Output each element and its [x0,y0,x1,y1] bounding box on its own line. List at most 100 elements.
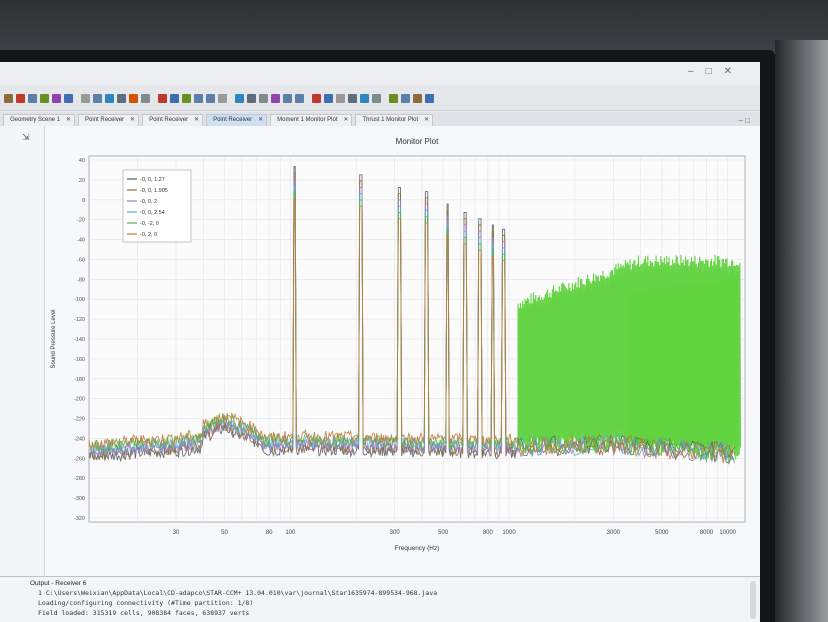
toolbar-tool-icon[interactable] [64,93,73,103]
y-tick-label: -180 [74,377,85,383]
y-tick-label: -280 [74,476,85,482]
toolbar-tool-icon[interactable] [389,93,398,103]
series-area-high-frequency-band [627,279,737,449]
y-tick-label: -320 [74,516,85,522]
toolbar-tool-icon[interactable] [81,93,90,103]
output-line: Loading/configuring connectivity (#Time … [38,599,254,607]
tab-geometry-scene-1[interactable]: Geometry Scene 1 ✕ [3,114,76,126]
x-tick-label: 30 [173,530,180,536]
close-tab-icon[interactable]: ✕ [194,115,199,126]
legend-entry: -0, 2, 0 [140,232,157,238]
output-line: 1 C:\Users\Weixian\AppData\Local\CD-adap… [38,589,438,597]
legend-entry: -0, 0, 1.905 [140,188,168,194]
y-tick-label: -200 [74,397,85,403]
close-button[interactable]: ✕ [724,66,744,77]
y-tick-label: -260 [74,456,85,462]
x-tick-label: 50 [221,530,228,536]
toolbar-tool-icon[interactable] [283,93,292,103]
tab-label: Point Receiver [85,117,125,123]
output-header: Output - Receiver 6 [30,580,87,587]
simulation-tree-panel: ⇲ [0,126,45,576]
toolbar-tool-icon[interactable] [40,93,49,103]
y-tick-label: -100 [74,297,85,303]
output-window: Output - Receiver 6 1 C:\Users\Weixian\A… [0,576,760,622]
toolbar-tool-icon[interactable] [194,93,203,103]
window-controls[interactable]: –□✕ [688,66,744,77]
tab-point-receiver[interactable]: Point Receiver ✕ [206,114,268,126]
room-background-right [775,40,828,622]
toolbar [0,86,760,111]
x-tick-label: 80 [266,530,273,536]
toolbar-tool-icon[interactable] [158,93,167,103]
output-scrollbar[interactable] [750,581,756,619]
toolbar-tool-icon[interactable] [259,93,268,103]
x-tick-label: 10000 [719,530,736,536]
toolbar-tool-icon[interactable] [348,93,357,103]
y-tick-label: 0 [82,198,85,204]
toolbar-tool-icon[interactable] [182,93,191,103]
toolbar-tool-icon[interactable] [372,93,381,103]
toolbar-tool-icon[interactable] [4,93,13,103]
toolbar-tool-icon[interactable] [271,93,280,103]
toolbar-tool-icon[interactable] [170,93,179,103]
tab-point-receiver[interactable]: Point Receiver ✕ [78,114,140,126]
toolbar-tool-icon[interactable] [312,93,321,103]
editor-area-controls[interactable]: – □ [738,115,750,126]
tab-label: Moment 1 Monitor Plot [277,117,338,123]
toolbar-tool-icon[interactable] [336,93,345,103]
toolbar-tool-icon[interactable] [235,93,244,103]
toolbar-tool-icon[interactable] [105,93,114,103]
toolbar-tool-icon[interactable] [16,93,25,103]
toolbar-tool-icon[interactable] [360,93,369,103]
chart-title: Monitor Plot [396,137,439,146]
x-tick-label: 1000 [502,530,516,536]
x-tick-label: 800 [483,530,494,536]
toolbar-tool-icon[interactable] [218,93,227,103]
tab-label: Point Receiver [213,117,253,123]
toolbar-tool-icon[interactable] [401,93,410,103]
toolbar-tool-icon[interactable] [206,93,215,103]
toolbar-tool-icon[interactable] [129,93,138,103]
minimize-button[interactable]: – [688,66,706,77]
y-tick-label: 40 [79,158,85,164]
tab-moment-1-monitor-plot[interactable]: Moment 1 Monitor Plot ✕ [270,114,353,126]
y-tick-label: -20 [77,218,85,224]
tab-point-receiver[interactable]: Point Receiver ✕ [142,114,204,126]
monitor-plot-chart[interactable]: Monitor Plot 40 20 0 -20 -40 -60 -80 -100 -120 -14… [45,126,760,576]
y-tick-label: -160 [74,357,85,363]
x-tick-label: 100 [285,530,296,536]
y-tick-label: -40 [77,238,85,244]
toolbar-tool-icon[interactable] [28,93,37,103]
y-tick-label: -80 [77,277,85,283]
toolbar-tool-icon[interactable] [324,93,333,103]
close-tab-icon[interactable]: ✕ [130,115,135,126]
y-axis-label: Sound Pressure Level [51,309,57,368]
close-tab-icon[interactable]: ✕ [424,115,429,126]
tab-label: Geometry Scene 1 [10,117,61,123]
close-tab-icon[interactable]: ✕ [343,115,348,126]
legend-entry: -0, -2, 0 [140,221,159,227]
x-tick-label: 3000 [607,530,621,536]
close-tab-icon[interactable]: ✕ [66,115,71,126]
close-tab-icon[interactable]: ✕ [258,115,263,126]
y-tick-label: -60 [77,257,85,263]
maximize-button[interactable]: □ [706,66,724,77]
toolbar-tool-icon[interactable] [52,93,61,103]
toolbar-tool-icon[interactable] [425,93,434,103]
editor-tab-bar: Geometry Scene 1 ✕ Point Receiver ✕ Point Re… [0,112,760,126]
x-tick-label: 5000 [655,530,669,536]
legend-entry: -0, 0, 2.54 [140,210,165,216]
monitor-plot-panel: Monitor Plot 40 20 0 -20 -40 -60 -80 -100 -120 -14… [45,126,760,576]
legend-entry: -0, 0, 1.27 [140,177,165,183]
toolbar-tool-icon[interactable] [117,93,126,103]
toolbar-tool-icon[interactable] [141,93,150,103]
toolbar-tool-icon[interactable] [295,93,304,103]
tab-thrust-1-monitor-plot[interactable]: Thrust 1 Monitor Plot ✕ [355,114,434,126]
toolbar-tool-icon[interactable] [247,93,256,103]
panel-menu-icon[interactable]: ⇲ [22,132,30,143]
room-background [0,0,828,55]
toolbar-tool-icon[interactable] [413,93,422,103]
toolbar-tool-icon[interactable] [93,93,102,103]
x-tick-label: 300 [390,530,401,536]
legend-entry: -0, 0, 2 [140,199,157,205]
